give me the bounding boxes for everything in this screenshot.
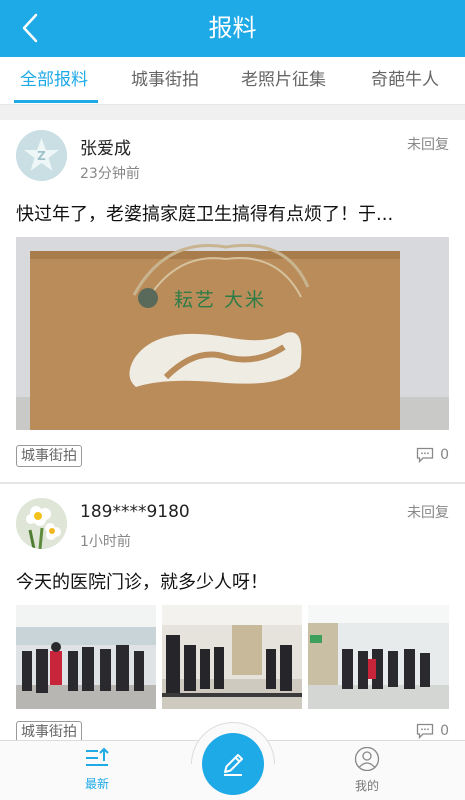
post-content[interactable]: 今天的医院门诊，就多少人呀！ [16,568,449,594]
active-tab-indicator [14,100,98,103]
post-username: 张爱成 [80,139,131,159]
default-avatar-icon: Z [16,130,67,181]
post-username: 189****9180 [80,502,190,522]
package-label: 耘艺 大米 [174,289,267,311]
post-photo[interactable]: 耘艺 大米 [16,237,449,430]
reply-status: 未回复 [407,137,449,153]
nav-latest[interactable]: 最新 [57,747,137,792]
page-title: 报料 [208,14,257,42]
top-bar: 报料 [0,0,465,57]
flower-avatar-icon [16,498,67,549]
comment-count[interactable]: 0 [416,447,449,463]
nav-mine[interactable]: 我的 [327,746,407,794]
tab-old-photos[interactable]: 老照片征集 [241,57,326,104]
tab-city-street[interactable]: 城事街拍 [131,57,199,104]
tab-weird-people[interactable]: 奇葩牛人 [371,57,439,104]
tab-all-reports[interactable]: 全部报料 [20,57,88,104]
user-icon [354,746,380,772]
post-time: 1小时前 [80,534,131,550]
post-tag[interactable]: 城事街拍 [16,445,82,467]
post-photo[interactable] [162,605,302,709]
post-card[interactable]: 189****9180 1小时前 未回复 今天的医院门诊，就多少人呀！ 城事街拍… [0,484,465,740]
reply-status: 未回复 [407,505,449,521]
post-content[interactable]: 快过年了，老婆搞家庭卫生搞得有点烦了！于... [16,200,449,226]
svg-text:Z: Z [37,149,46,163]
post-tag[interactable]: 城事街拍 [16,721,82,740]
section-gap [0,105,465,120]
nav-latest-label: 最新 [84,777,109,791]
comment-count-value: 0 [440,447,449,463]
comment-count-value: 0 [440,723,449,739]
latest-icon [86,747,109,766]
comment-icon [416,723,434,739]
comment-count[interactable]: 0 [416,723,449,739]
post-time: 23分钟前 [80,166,140,182]
post-card[interactable]: Z 张爱成 23分钟前 未回复 快过年了，老婆搞家庭卫生搞得有点烦了！于... … [0,120,465,482]
post-photo[interactable] [308,605,449,709]
nav-mine-label: 我的 [354,779,379,793]
post-photo[interactable] [16,605,156,709]
compose-button[interactable] [202,733,264,795]
avatar[interactable] [16,498,67,549]
pencil-icon [224,754,243,776]
category-tabs: 全部报料 城事街拍 老照片征集 奇葩牛人 [0,57,465,105]
comment-icon [416,447,434,463]
avatar[interactable]: Z [16,130,67,181]
